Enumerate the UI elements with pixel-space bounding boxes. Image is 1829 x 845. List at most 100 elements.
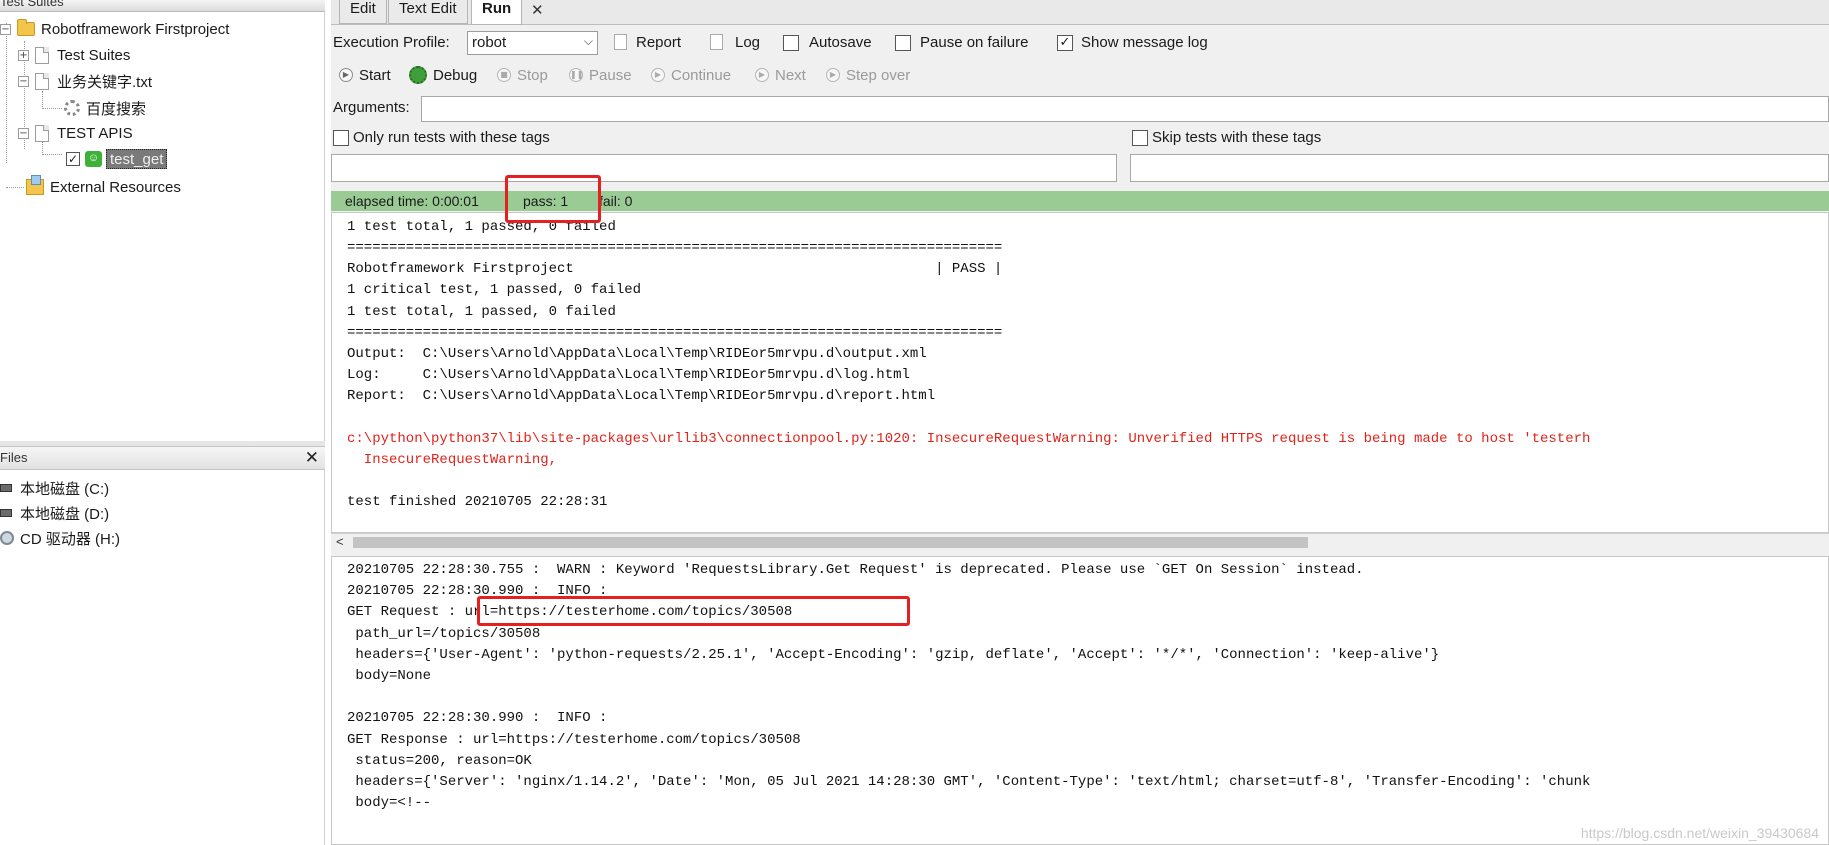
stop-label: Stop bbox=[517, 66, 548, 84]
exclude-tags-input[interactable] bbox=[1130, 154, 1829, 182]
report-button[interactable]: Report bbox=[636, 34, 681, 51]
expand-icon[interactable]: + bbox=[18, 49, 29, 61]
log-button[interactable]: Log bbox=[735, 34, 760, 51]
debug-button[interactable]: Debug bbox=[409, 64, 477, 86]
tree-item-external-resources[interactable]: External Resources bbox=[20, 175, 181, 199]
run-status-bar: elapsed time: 0:00:01 pass: 1 fail: 0 bbox=[331, 191, 1829, 211]
pause-on-failure-label: Pause on failure bbox=[920, 34, 1029, 51]
console-line: 1 test total, 1 passed, 0 failed bbox=[347, 219, 616, 235]
tree-item-test-get[interactable]: ✓ ☺ test_get bbox=[66, 147, 168, 171]
gear-icon bbox=[64, 100, 80, 116]
file-drive-c[interactable]: 本地磁盘 (C:) bbox=[0, 477, 109, 499]
console-report-path: Report: C:\Users\Arnold\AppData\Local\Te… bbox=[347, 388, 936, 405]
console-output-path: Output: C:\Users\Arnold\AppData\Local\Te… bbox=[347, 345, 927, 362]
console-separator: ========================================… bbox=[347, 324, 1003, 341]
tree-connector bbox=[42, 91, 43, 109]
folder-icon bbox=[17, 19, 35, 36]
close-tab-icon[interactable]: ✕ bbox=[531, 1, 544, 19]
log-blank bbox=[347, 814, 1590, 835]
log-line: body=None bbox=[347, 668, 432, 685]
next-icon: ▶ bbox=[755, 68, 769, 82]
console-output[interactable]: 1 test total, 1 passed, 0 failed ========… bbox=[331, 212, 1829, 533]
log-doc-icon bbox=[710, 34, 723, 50]
skip-tags-checkbox[interactable] bbox=[1132, 130, 1148, 146]
files-panel-title: Files bbox=[0, 450, 28, 465]
test-suite-tree[interactable]: − Robotframework Firstproject + Test Sui… bbox=[0, 13, 325, 441]
tree-item-root[interactable]: − Robotframework Firstproject bbox=[0, 17, 229, 41]
console-finished: test finished 20210705 22:28:31 bbox=[347, 494, 608, 511]
left-pane: Test Suites − Robotframework Firstprojec… bbox=[0, 0, 325, 845]
horizontal-scrollbar[interactable]: < bbox=[331, 533, 1829, 550]
file-drive-d[interactable]: 本地磁盘 (D:) bbox=[0, 502, 109, 524]
skip-tags-label: Skip tests with these tags bbox=[1152, 129, 1322, 146]
include-tags-input[interactable] bbox=[331, 154, 1117, 182]
tree-item-label: TEST APIS bbox=[57, 124, 133, 142]
autosave-checkbox[interactable] bbox=[783, 35, 799, 51]
tab-edit[interactable]: Edit bbox=[339, 0, 387, 24]
execution-profile-select[interactable]: robot ⌵ bbox=[467, 31, 598, 55]
message-log[interactable]: 20210705 22:28:30.755 : WARN : Keyword '… bbox=[331, 556, 1829, 845]
collapse-icon[interactable]: − bbox=[18, 127, 29, 139]
log-line: headers={'Server': 'nginx/1.14.2', 'Date… bbox=[347, 774, 1591, 791]
tree-item-label: 百度搜索 bbox=[86, 100, 147, 118]
only-run-tags-checkbox[interactable] bbox=[333, 130, 349, 146]
pass-count: pass: 1 bbox=[523, 193, 569, 209]
console-line: 1 critical test, 1 passed, 0 failed bbox=[347, 282, 642, 299]
log-line: path_url=/topics/30508 bbox=[347, 625, 541, 642]
scroll-left-icon[interactable]: < bbox=[336, 534, 344, 549]
log-line: headers={'User-Agent': 'python-requests/… bbox=[347, 646, 1440, 663]
drive-label: 本地磁盘 (D:) bbox=[20, 505, 110, 523]
chevron-down-icon: ⌵ bbox=[583, 34, 593, 48]
close-icon[interactable]: ✕ bbox=[305, 448, 319, 468]
arguments-label: Arguments: bbox=[333, 99, 410, 116]
log-line: GET Response : url=https://testerhome.co… bbox=[347, 731, 801, 748]
tab-run[interactable]: Run bbox=[471, 0, 523, 25]
file-drive-h[interactable]: CD 驱动器 (H:) bbox=[0, 527, 120, 549]
tree-item-test-suites[interactable]: + Test Suites bbox=[18, 43, 130, 67]
continue-button[interactable]: ▶ Continue bbox=[651, 64, 731, 86]
tree-item-test-apis[interactable]: − TEST APIS bbox=[18, 121, 133, 145]
collapse-icon[interactable]: − bbox=[18, 75, 29, 87]
log-line: 20210705 22:28:30.990 : INFO : bbox=[347, 710, 608, 727]
external-resources-icon bbox=[26, 175, 44, 195]
run-panel: Edit Text Edit Run ✕ Execution Profile: … bbox=[331, 0, 1829, 845]
next-button[interactable]: ▶ Next bbox=[755, 64, 806, 86]
continue-label: Continue bbox=[671, 66, 732, 84]
test-checkbox[interactable]: ✓ bbox=[66, 152, 80, 166]
hard-drive-icon bbox=[0, 509, 12, 517]
collapse-icon[interactable]: − bbox=[0, 23, 11, 35]
start-button[interactable]: ▶ Start bbox=[339, 64, 391, 86]
console-blank bbox=[347, 407, 1590, 428]
run-toolbar: Execution Profile: robot ⌵ Report Log Au… bbox=[331, 26, 1829, 182]
step-over-button[interactable]: ▶ Step over bbox=[826, 64, 910, 86]
console-line: Robotframework Firstproject | PASS | bbox=[347, 261, 1003, 278]
log-line: body=<!-- bbox=[347, 795, 432, 812]
tree-item-label: Robotframework Firstproject bbox=[41, 20, 230, 38]
execution-profile-label: Execution Profile: bbox=[333, 34, 450, 51]
log-line: _ _ _ _ bbox=[347, 836, 1590, 844]
only-run-tags-label: Only run tests with these tags bbox=[353, 129, 550, 146]
tree-item-resource-file[interactable]: − 业务关键字.txt bbox=[18, 69, 152, 93]
stop-button[interactable]: ■ Stop bbox=[497, 64, 548, 86]
hard-drive-icon bbox=[0, 484, 12, 492]
log-blank bbox=[347, 687, 1590, 708]
play-icon: ▶ bbox=[339, 68, 353, 82]
scrollbar-thumb[interactable] bbox=[353, 537, 1308, 548]
arguments-input[interactable] bbox=[421, 96, 1829, 122]
pause-on-failure-checkbox[interactable] bbox=[895, 35, 911, 51]
console-blank bbox=[347, 471, 1590, 492]
tree-item-keyword[interactable]: 百度搜索 bbox=[64, 96, 146, 120]
tab-text-edit[interactable]: Text Edit bbox=[388, 0, 468, 24]
report-doc-icon bbox=[614, 34, 627, 50]
fail-count: fail: 0 bbox=[599, 193, 633, 209]
show-message-log-checkbox[interactable]: ✓ bbox=[1057, 35, 1073, 51]
pause-icon: ❚❚ bbox=[569, 68, 583, 82]
console-line: 1 test total, 1 passed, 0 failed bbox=[347, 303, 616, 320]
files-panel-header: Files ✕ bbox=[0, 446, 325, 470]
elapsed-time: elapsed time: 0:00:01 bbox=[345, 193, 479, 209]
document-icon bbox=[35, 46, 49, 64]
pause-button[interactable]: ❚❚ Pause bbox=[569, 64, 632, 86]
suites-panel-title: Test Suites bbox=[0, 0, 64, 9]
log-line: status=200, reason=OK bbox=[347, 752, 532, 769]
execution-profile-value: robot bbox=[472, 34, 507, 51]
